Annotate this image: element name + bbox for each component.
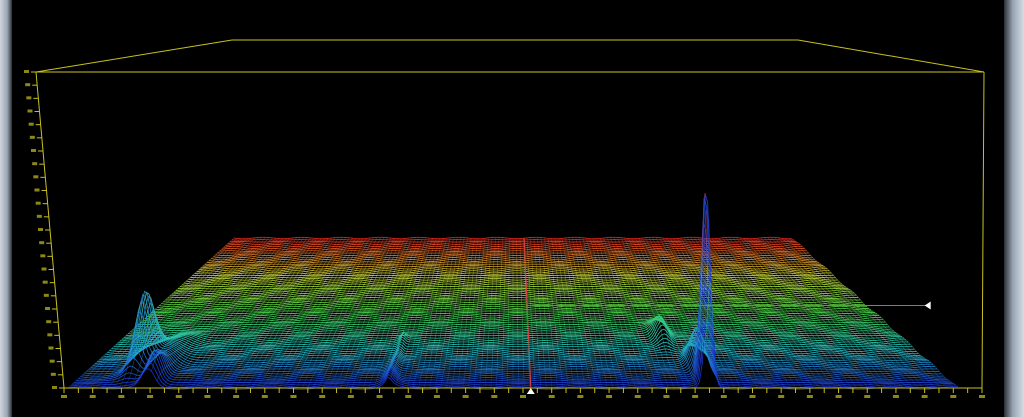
z-tick-label bbox=[33, 175, 39, 179]
x-tick-label bbox=[749, 395, 756, 398]
x-tick-label bbox=[835, 395, 842, 398]
window-border-left bbox=[0, 0, 12, 417]
x-tick-label bbox=[806, 395, 813, 398]
z-tick-label bbox=[43, 293, 49, 297]
x-tick-label bbox=[462, 395, 469, 398]
z-tick-label bbox=[52, 386, 57, 389]
z-tick-label bbox=[47, 333, 53, 337]
cursor-marker-x[interactable] bbox=[526, 388, 535, 394]
x-tick-label bbox=[520, 395, 526, 398]
x-tick-label bbox=[319, 395, 326, 398]
z-tick-label bbox=[26, 96, 32, 100]
z-tick-label bbox=[28, 122, 34, 126]
x-tick-label bbox=[634, 395, 641, 398]
x-tick-label bbox=[290, 395, 297, 398]
x-tick-label bbox=[864, 395, 871, 398]
x-tick-label bbox=[577, 395, 584, 398]
x-tick-label bbox=[921, 395, 928, 398]
x-tick-label bbox=[347, 395, 354, 398]
plot-area[interactable] bbox=[12, 0, 1004, 417]
z-tick-label bbox=[27, 109, 33, 113]
x-tick-label bbox=[950, 395, 957, 398]
x-tick-label bbox=[147, 395, 154, 398]
x-tick-label bbox=[204, 395, 211, 398]
z-tick-label bbox=[42, 280, 48, 284]
x-tick-label bbox=[89, 395, 96, 398]
z-tick-label bbox=[46, 320, 52, 324]
x-tick-label bbox=[548, 395, 555, 398]
z-tick-label bbox=[50, 372, 56, 376]
plot-window bbox=[0, 0, 1024, 417]
x-tick-label bbox=[720, 395, 727, 398]
x-tick-label bbox=[979, 395, 985, 398]
x-tick-label bbox=[692, 395, 699, 398]
mesh-column-line bbox=[323, 238, 395, 388]
x-tick-label bbox=[376, 395, 383, 398]
z-tick-label bbox=[25, 83, 31, 87]
surface-chart[interactable] bbox=[12, 0, 1004, 417]
z-tick-label bbox=[36, 214, 42, 218]
x-tick-label bbox=[433, 395, 440, 398]
z-tick-label bbox=[40, 254, 46, 258]
z-tick-label bbox=[32, 162, 38, 166]
cursor-marker-y[interactable] bbox=[924, 301, 931, 310]
x-axis-ticks bbox=[61, 388, 985, 398]
box-edge-top-right bbox=[797, 39, 985, 73]
x-tick-label bbox=[261, 395, 268, 398]
z-tick-label bbox=[39, 241, 45, 245]
box-edge-top-left bbox=[35, 39, 233, 73]
z-tick-label bbox=[41, 267, 47, 271]
z-tick-label bbox=[35, 201, 41, 205]
z-tick-label bbox=[48, 346, 54, 350]
x-tick-label bbox=[892, 395, 899, 398]
z-tick-label bbox=[31, 149, 36, 152]
z-tick-label bbox=[29, 135, 35, 139]
bounding-box-back bbox=[35, 39, 985, 73]
z-tick-label bbox=[38, 228, 43, 231]
box-edge-right bbox=[981, 71, 985, 389]
z-axis-ticks bbox=[24, 70, 64, 389]
x-tick-label bbox=[663, 395, 670, 398]
z-tick-label bbox=[45, 307, 50, 310]
x-tick-label bbox=[778, 395, 785, 398]
x-tick-label bbox=[118, 395, 125, 398]
mesh-column-line bbox=[701, 237, 814, 389]
x-tick-label bbox=[61, 395, 67, 398]
z-tick-label bbox=[49, 359, 55, 363]
x-tick-label bbox=[491, 395, 498, 398]
x-tick-label bbox=[175, 395, 182, 398]
z-tick-label bbox=[34, 188, 40, 192]
x-tick-label bbox=[405, 395, 412, 398]
x-tick-label bbox=[606, 395, 613, 398]
x-tick-label bbox=[233, 395, 240, 398]
window-border-right bbox=[1004, 0, 1024, 417]
z-tick-label bbox=[24, 70, 29, 73]
